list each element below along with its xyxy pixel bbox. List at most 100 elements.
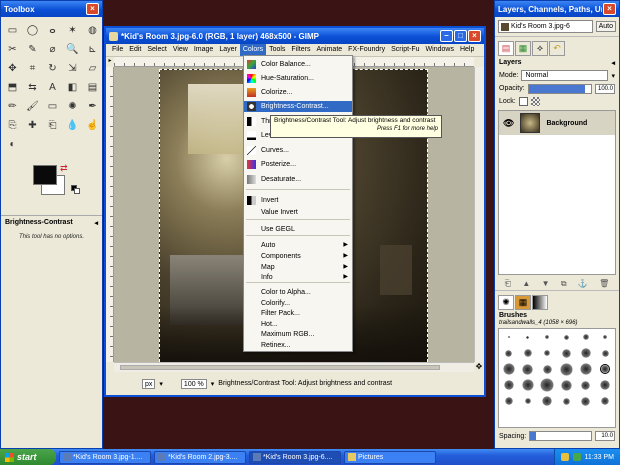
raise-layer-icon[interactable]: ▲ (522, 279, 530, 288)
menu-item-hue-saturation[interactable]: Hue-Saturation... (244, 73, 352, 84)
vertical-ruler[interactable] (106, 67, 114, 362)
maximize-button[interactable]: □ (454, 30, 467, 42)
mode-select[interactable]: Normal (521, 70, 609, 81)
brush-swatch[interactable] (504, 397, 513, 405)
tray-network-icon[interactable] (572, 453, 581, 461)
dock-close-button[interactable]: × (603, 3, 616, 15)
menu-layer[interactable]: Layer (216, 44, 240, 56)
duplicate-layer-icon[interactable]: ⧉ (561, 279, 567, 289)
opacity-slider[interactable] (527, 83, 592, 94)
bucket-fill-icon[interactable]: ◧ (63, 78, 82, 96)
brush-swatch[interactable] (526, 335, 530, 339)
path-icon[interactable]: ✎ (23, 40, 42, 58)
perspective-clone-icon[interactable]: ⎗ (43, 116, 62, 134)
tray-shield-icon[interactable] (560, 453, 569, 461)
menu-select[interactable]: Select (144, 44, 169, 56)
brush-swatch[interactable] (600, 364, 611, 374)
ink-icon[interactable]: ✒ (83, 97, 102, 115)
brush-swatch[interactable] (521, 379, 534, 391)
airbrush-icon[interactable]: ✺ (63, 97, 82, 115)
menu-item-filter-pack[interactable]: Filter Pack... (244, 308, 352, 319)
fuzzy-select-icon[interactable]: ✶ (63, 21, 82, 39)
delete-layer-icon[interactable]: 🗑 (599, 279, 609, 288)
brush-swatch[interactable] (561, 379, 573, 391)
brush-swatch[interactable] (579, 363, 592, 375)
brush-swatch[interactable] (601, 349, 609, 357)
taskbar-button[interactable]: *Kid's Room 3.jpg-6.... (249, 450, 341, 464)
dodge-burn-icon[interactable]: ◐ (3, 135, 22, 153)
brush-swatch[interactable] (540, 378, 555, 392)
brush-swatch[interactable] (601, 397, 610, 405)
lock-pixels-checkbox[interactable] (518, 97, 528, 106)
tab-patterns-icon[interactable]: ▦ (515, 295, 531, 310)
tab-undo-icon[interactable]: ↶ (549, 41, 565, 56)
menu-item-posterize[interactable]: Posterize... (244, 159, 352, 170)
zoom-icon[interactable]: 🔍 (63, 40, 82, 58)
brush-swatch[interactable] (542, 364, 552, 374)
brush-swatch[interactable] (542, 396, 553, 406)
lasso-icon[interactable]: ⴰ (43, 21, 62, 39)
brush-swatch[interactable] (524, 398, 531, 404)
menu-item-invert[interactable]: Invert (244, 195, 352, 206)
move-icon[interactable]: ✥ (3, 59, 22, 77)
layer-row[interactable]: 👁 Background (499, 111, 615, 135)
layers-menu-icon[interactable]: ◂ (611, 59, 615, 67)
close-button[interactable]: × (468, 30, 481, 42)
smudge-icon[interactable]: ☝ (83, 116, 102, 134)
menu-item-auto[interactable]: Auto ▶ (244, 240, 352, 251)
scroll-thumb[interactable] (120, 365, 440, 370)
tab-brushes-icon[interactable]: ✺ (498, 295, 514, 310)
menu-item-colorize[interactable]: Colorize... (244, 87, 352, 98)
image-titlebar[interactable]: *Kid's Room 3.jpg-6.0 (RGB, 1 layer) 468… (106, 28, 484, 44)
spacing-slider[interactable] (529, 431, 592, 441)
zoom-select[interactable]: 100 % (180, 378, 207, 389)
menu-script-fu[interactable]: Script-Fu (388, 44, 422, 56)
menu-item-value-invert[interactable]: Value Invert (244, 207, 352, 218)
brush-swatch[interactable] (505, 349, 513, 357)
menu-file[interactable]: File (109, 44, 126, 56)
toolbox-close-button[interactable]: × (86, 3, 99, 15)
eraser-icon[interactable]: ▭ (43, 97, 62, 115)
brush-swatch[interactable] (503, 380, 514, 390)
brush-swatch[interactable] (600, 380, 611, 390)
foreground-color-swatch[interactable] (33, 165, 57, 185)
scale-icon[interactable]: ⇲ (63, 59, 82, 77)
brush-swatch[interactable] (603, 335, 608, 339)
minimize-button[interactable]: – (440, 30, 453, 42)
text-icon[interactable]: A (43, 78, 62, 96)
flip-icon[interactable]: ⇆ (23, 78, 42, 96)
taskbar-button[interactable]: Pictures (344, 450, 436, 464)
menu-item-color-balance[interactable]: Color Balance... (244, 59, 352, 70)
brush-swatch[interactable] (507, 336, 510, 338)
brush-swatch[interactable] (580, 348, 591, 358)
rotate-icon[interactable]: ↻ (43, 59, 62, 77)
paintbrush-icon[interactable]: 🖌 (23, 97, 42, 115)
brush-swatch[interactable] (563, 397, 571, 405)
menu-item-brightness-contrast[interactable]: Brightness-Contrast... (244, 101, 352, 112)
toolbox-titlebar[interactable]: Toolbox × (1, 1, 102, 17)
anchor-layer-icon[interactable]: ⚓ (578, 279, 588, 288)
menu-view[interactable]: View (170, 44, 191, 56)
tab-channels-icon[interactable]: ▦ (515, 41, 531, 56)
menu-item-components[interactable]: Components ▶ (244, 251, 352, 262)
taskbar-button[interactable]: *Kid's Room 3.jpg-1.... (59, 450, 151, 464)
menu-windows[interactable]: Windows (423, 44, 457, 56)
menu-help[interactable]: Help (457, 44, 477, 56)
blend-icon[interactable]: ▤ (83, 78, 102, 96)
zoom-dropdown-icon[interactable]: ▾ (211, 380, 215, 388)
unit-select[interactable]: px (142, 378, 156, 389)
mode-dropdown-icon[interactable]: ▾ (611, 72, 615, 80)
perspective-icon[interactable]: ⬒ (3, 78, 22, 96)
ellipse-select-icon[interactable]: ◯ (23, 21, 42, 39)
menu-arrow-icon[interactable]: ▸ (106, 57, 114, 67)
new-layer-icon[interactable]: ⎗ (505, 279, 511, 289)
auto-button[interactable]: Auto (595, 21, 616, 32)
menu-item-curves[interactable]: Curves... (244, 145, 352, 156)
scissors-icon[interactable]: ✂ (3, 40, 22, 58)
menu-item-color-to-alpha[interactable]: Color to Alpha... (244, 287, 352, 298)
unit-dropdown-icon[interactable]: ▾ (159, 380, 163, 388)
brush-swatch[interactable] (545, 335, 550, 339)
brush-swatch[interactable] (502, 363, 515, 375)
navigate-icon[interactable]: ✥ (474, 362, 484, 372)
blur-icon[interactable]: 💧 (63, 116, 82, 134)
